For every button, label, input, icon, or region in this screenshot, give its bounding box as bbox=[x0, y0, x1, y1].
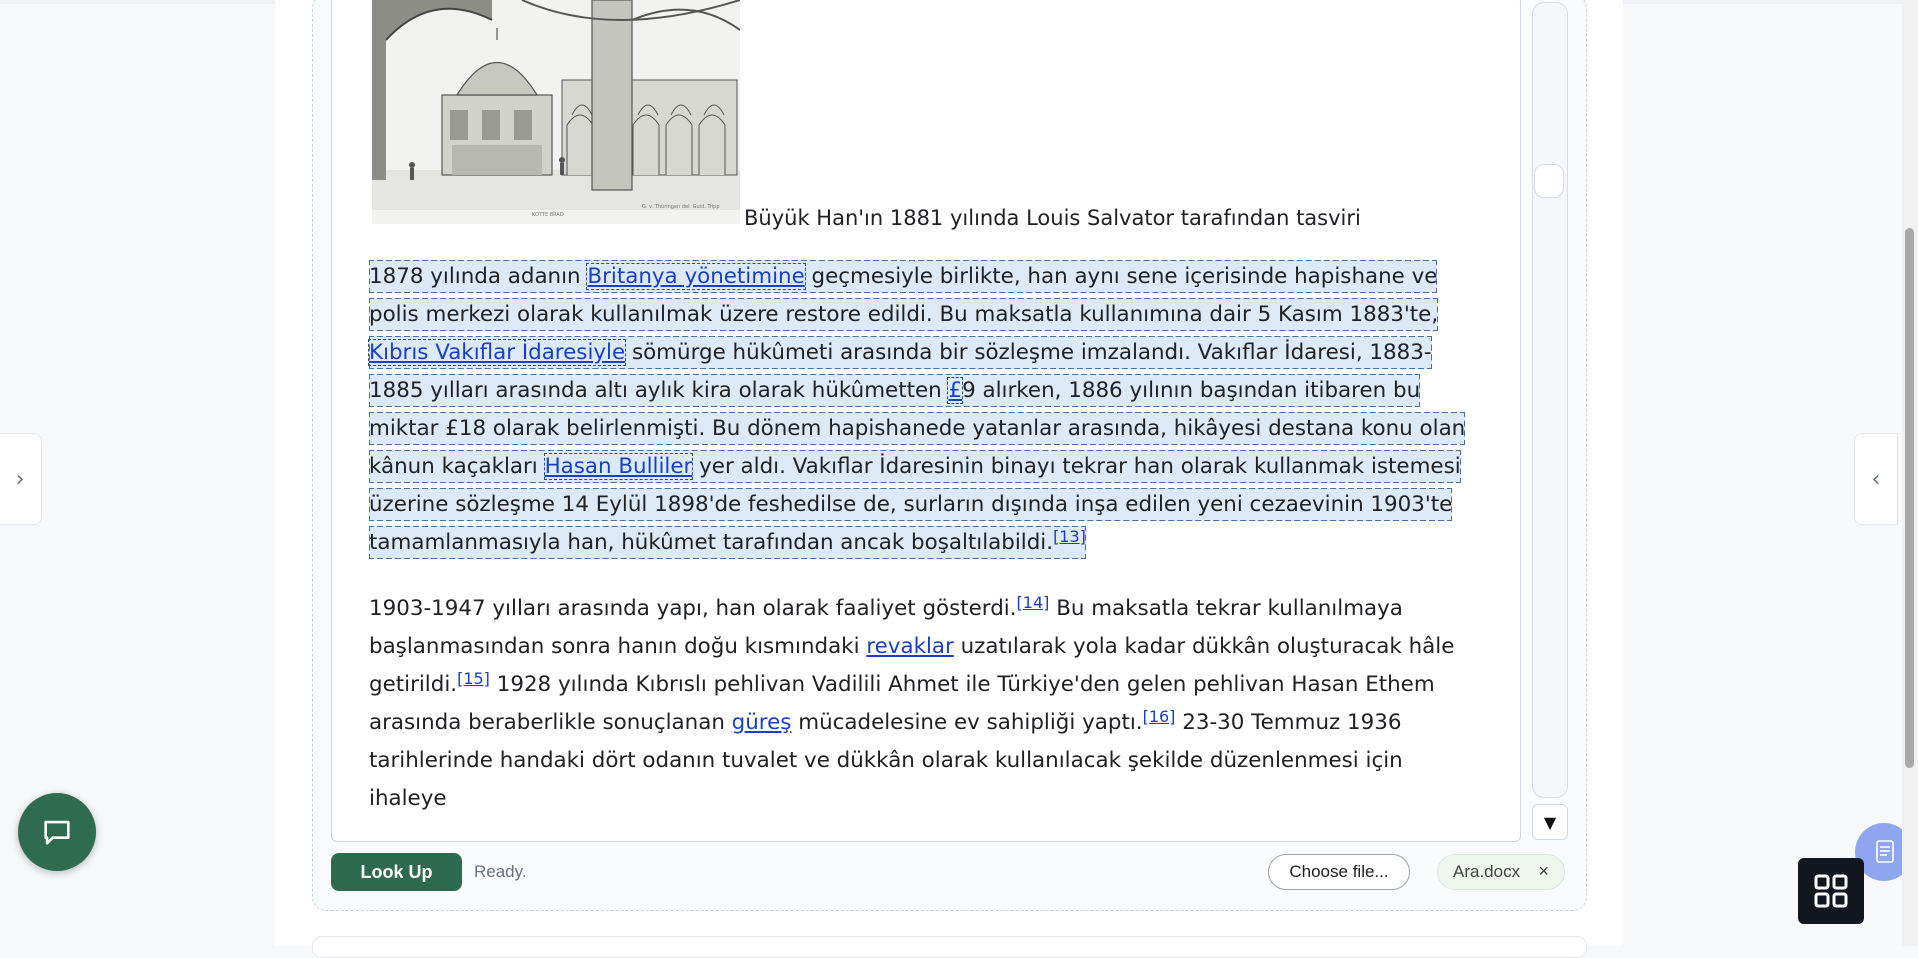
link-kibris-vakiflar-idaresi[interactable]: Kıbrıs Vakıflar İdaresiyle bbox=[367, 339, 627, 366]
link-britanya-yonetimine[interactable]: Britanya yönetimine bbox=[586, 263, 806, 290]
left-drawer-toggle[interactable]: › bbox=[0, 433, 42, 525]
chat-bubble-icon bbox=[44, 820, 70, 845]
link-gures[interactable]: güreş bbox=[732, 710, 792, 735]
document-icon bbox=[1876, 840, 1894, 863]
ref-14[interactable]: [14] bbox=[1017, 593, 1050, 612]
figure-caption: Büyük Han'ın 1881 yılında Louis Salvator… bbox=[744, 206, 1361, 230]
editor-scroll-thumb[interactable] bbox=[1534, 164, 1564, 198]
chat-button[interactable] bbox=[18, 793, 96, 871]
file-chip: Ara.docx × bbox=[1437, 854, 1565, 890]
ref-15[interactable]: [15] bbox=[457, 669, 490, 688]
right-drawer-toggle[interactable]: ‹ bbox=[1854, 433, 1898, 525]
chevron-right-icon: › bbox=[15, 466, 25, 492]
paragraph-1: 1878 yılında adanın Britanya yönetimine … bbox=[367, 258, 1469, 562]
highlighted-text[interactable]: 1878 yılında adanın Britanya yönetimine … bbox=[367, 260, 1466, 559]
link-revaklar[interactable]: revaklar bbox=[866, 634, 953, 659]
page-scroll-thumb[interactable] bbox=[1905, 228, 1914, 768]
scroll-down-button[interactable]: ▼ bbox=[1532, 804, 1568, 840]
text-run: 1878 yılında adanın bbox=[369, 264, 588, 289]
figure-scribble-right: G. v. Thüringen del. Guid. Tripp bbox=[642, 204, 720, 210]
text-run: mücadelesine ev sahipliği yaptı. bbox=[791, 710, 1143, 735]
text-run: 1903-1947 yılları arasında yapı, han ola… bbox=[369, 596, 1017, 621]
triangle-down-icon: ▼ bbox=[1543, 812, 1557, 832]
apps-grid-button[interactable] bbox=[1798, 858, 1864, 924]
editor-scrollbar[interactable] bbox=[1532, 2, 1568, 798]
grid-icon bbox=[1814, 874, 1848, 908]
buyuk-han-engraving: KOTTE BRAD G. v. Thüringen del. Guid. Tr… bbox=[372, 0, 740, 224]
status-text: Ready. bbox=[474, 862, 527, 881]
choose-file-button[interactable]: Choose file... bbox=[1268, 854, 1410, 890]
remove-file-icon[interactable]: × bbox=[1538, 861, 1549, 882]
ref-13[interactable]: [13] bbox=[1053, 527, 1086, 546]
next-card-edge bbox=[312, 936, 1587, 958]
link-hasan-bulliler[interactable]: Hasan Bulliler bbox=[543, 453, 694, 480]
figure-scribble-left: KOTTE BRAD bbox=[532, 212, 564, 218]
look-up-button[interactable]: Look Up bbox=[331, 853, 462, 891]
chevron-left-icon: ‹ bbox=[1871, 466, 1881, 492]
paragraph-2: 1903-1947 yılları arasında yapı, han ola… bbox=[369, 590, 1469, 818]
link-pound-sterling[interactable]: £ bbox=[947, 377, 964, 404]
file-name: Ara.docx bbox=[1453, 862, 1521, 881]
ref-16[interactable]: [16] bbox=[1143, 707, 1176, 726]
